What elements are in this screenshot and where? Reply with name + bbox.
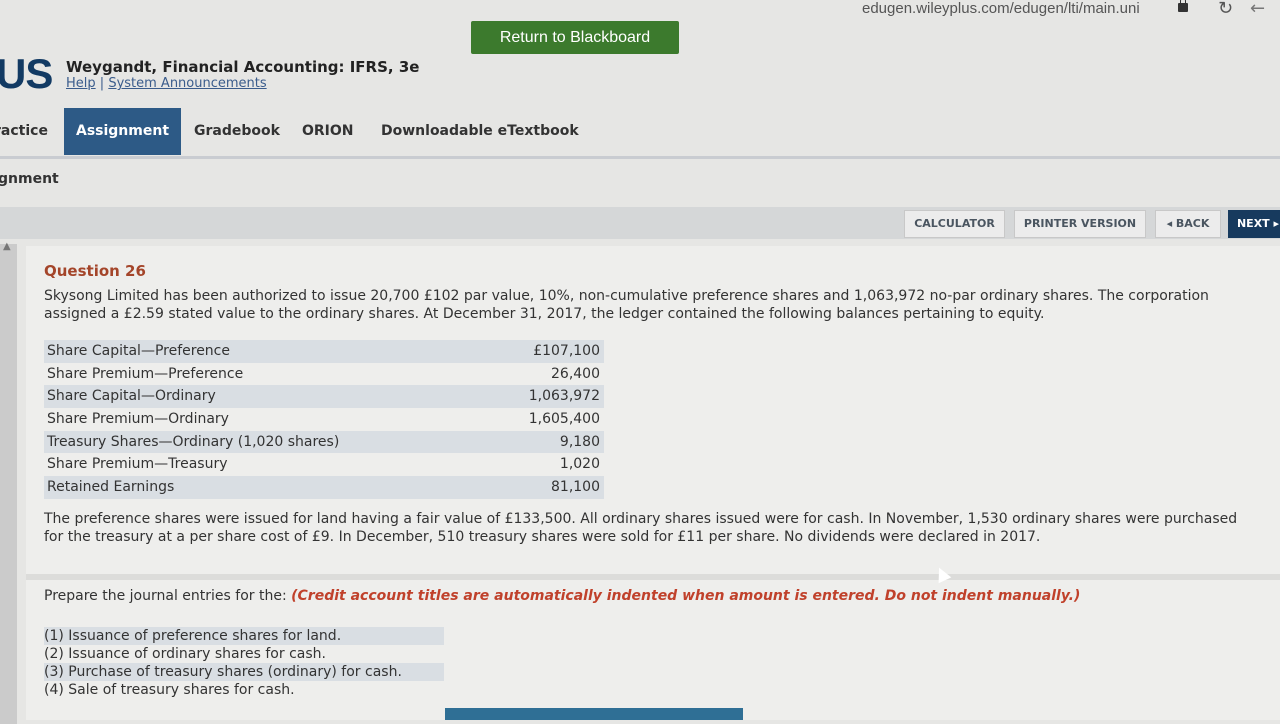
breadcrumb: gnment [0, 171, 59, 187]
course-title: Weygandt, Financial Accounting: IFRS, 3e [66, 58, 420, 76]
ledger-label: Retained Earnings [47, 479, 175, 496]
lock-icon [1178, 0, 1188, 12]
ledger-amount: 1,605,400 [528, 411, 600, 428]
task-list: (1) Issuance of preference shares for la… [44, 627, 444, 699]
tab-etextbook[interactable]: Downloadable eTextbook [381, 108, 579, 155]
system-announcements-link[interactable]: System Announcements [108, 76, 266, 91]
reload-icon[interactable]: ↻ [1218, 0, 1233, 19]
prepare-instructions: Prepare the journal entries for the: (Cr… [44, 588, 1080, 604]
ledger-row: Share Premium—Ordinary 1,605,400 [44, 408, 604, 431]
scrollbar[interactable] [0, 244, 17, 724]
ledger-amount: 1,063,972 [528, 388, 600, 405]
tab-gradebook[interactable]: Gradebook [194, 108, 280, 155]
ledger-row: Share Capital—Ordinary 1,063,972 [44, 385, 604, 409]
wileyplus-logo: US [0, 50, 53, 97]
browser-address-bar: edugen.wileyplus.com/edugen/lti/main.uni… [0, 0, 1280, 20]
url-text[interactable]: edugen.wileyplus.com/edugen/lti/main.uni [862, 0, 1140, 17]
back-arrow-icon[interactable]: ← [1250, 0, 1265, 19]
list-item: (3) Purchase of treasury shares (ordinar… [44, 663, 444, 681]
scroll-up-icon[interactable]: ▲ [3, 241, 11, 252]
main-nav: ractice Assignment Gradebook ORION Downl… [0, 108, 1280, 155]
list-item: (2) Issuance of ordinary shares for cash… [44, 646, 326, 662]
ledger-row: Share Premium—Preference 26,400 [44, 363, 604, 386]
ledger-amount: £107,100 [533, 343, 600, 359]
ledger-label: Share Premium—Treasury [47, 456, 228, 473]
nav-divider [0, 156, 1280, 159]
ledger-table: Share Capital—Preference £107,100 Share … [44, 340, 604, 499]
printer-version-button[interactable]: PRINTER VERSION [1014, 210, 1146, 238]
question-title: Question 26 [44, 262, 146, 280]
question-details: The preference shares were issued for la… [44, 511, 1238, 545]
ledger-label: Share Capital—Ordinary [47, 388, 216, 405]
question-intro: Skysong Limited has been authorized to i… [44, 288, 1209, 322]
ledger-label: Share Premium—Preference [47, 365, 244, 382]
calculator-button[interactable]: CALCULATOR [904, 210, 1005, 238]
help-link[interactable]: Help [66, 76, 96, 91]
indent-note: (Credit account titles are automatically… [291, 588, 1081, 604]
ledger-amount: 9,180 [559, 433, 600, 450]
ledger-amount: 26,400 [551, 365, 600, 382]
ledger-row: Share Capital—Preference £107,100 [44, 340, 604, 363]
list-item: (1) Issuance of preference shares for la… [44, 627, 444, 645]
tab-practice[interactable]: ractice [0, 108, 48, 155]
ledger-amount: 81,100 [551, 479, 600, 496]
journal-table-header [445, 708, 743, 720]
ledger-label: Share Capital—Preference [47, 343, 230, 359]
ledger-amount: 1,020 [559, 456, 600, 473]
list-item: (4) Sale of treasury shares for cash. [44, 682, 295, 698]
ledger-row: Treasury Shares—Ordinary (1,020 shares) … [44, 430, 604, 454]
ledger-row: Retained Earnings 81,100 [44, 476, 604, 499]
back-button[interactable]: ◂ BACK [1155, 210, 1221, 238]
return-to-blackboard-button[interactable]: Return to Blackboard [471, 21, 679, 54]
prepare-lead: Prepare the journal entries for the: [44, 588, 292, 604]
tab-orion[interactable]: ORION [302, 108, 354, 155]
next-button[interactable]: NEXT ▸ [1228, 210, 1280, 238]
ledger-label: Treasury Shares—Ordinary (1,020 shares) [47, 433, 340, 450]
link-divider: | [99, 76, 105, 91]
ledger-label: Share Premium—Ordinary [47, 411, 229, 428]
tab-assignment[interactable]: Assignment [64, 108, 181, 155]
ledger-row: Share Premium—Treasury 1,020 [44, 453, 604, 476]
header-links: Help | System Announcements [66, 76, 267, 91]
